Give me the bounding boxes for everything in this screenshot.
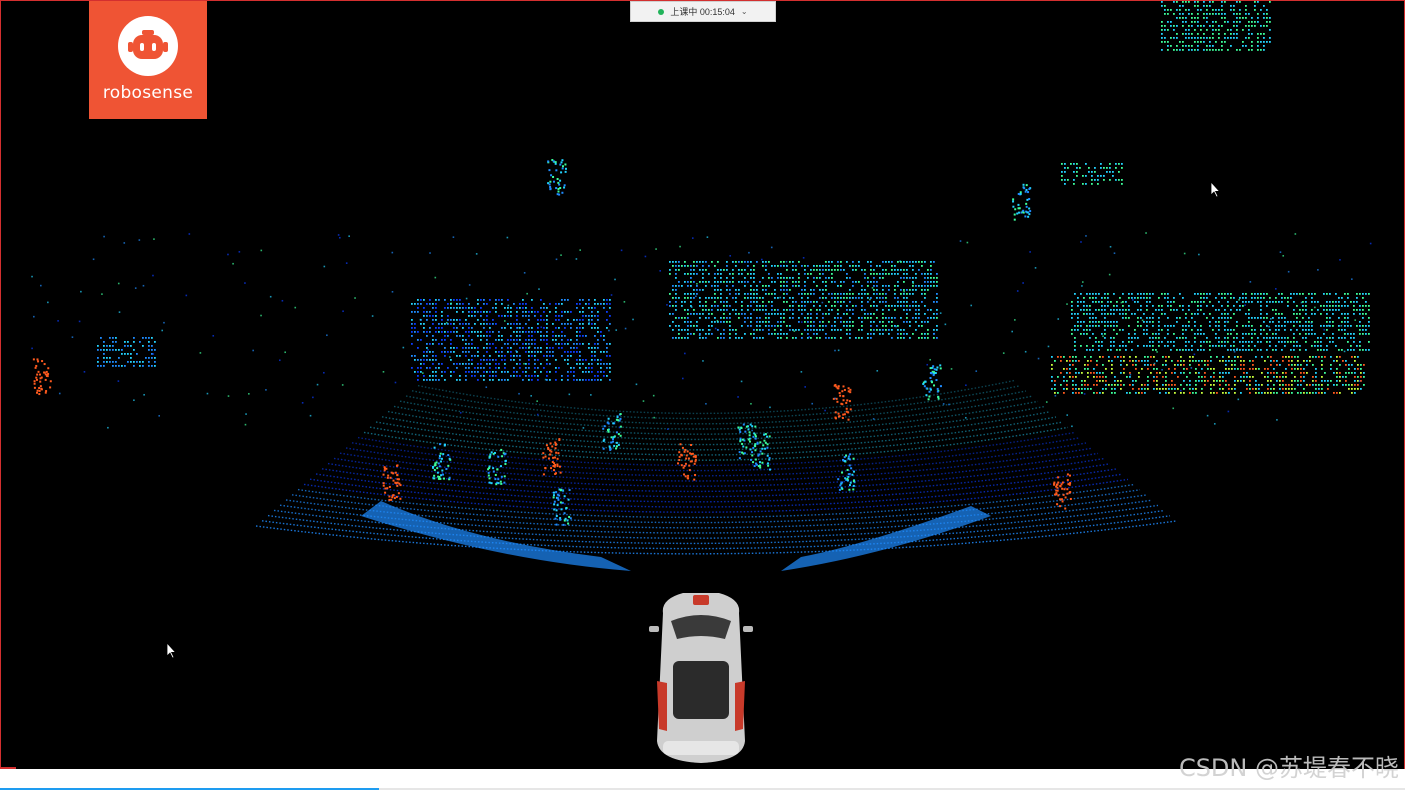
robosense-logo: robosense — [89, 1, 207, 119]
pedestrian-point-cloud — [602, 413, 622, 451]
pedestrian-point-cloud — [837, 453, 856, 491]
vehicle-point-cloud-right — [1051, 356, 1365, 394]
mouse-cursor-icon — [166, 642, 177, 659]
pedestrian-point-cloud — [32, 358, 52, 396]
chevron-down-icon[interactable]: ⌄ — [741, 7, 748, 16]
lidar-video-frame: robosense 上课中 00:15:04 ⌄ — [0, 0, 1405, 769]
ego-vehicle — [649, 593, 753, 763]
pedestrian-point-cloud — [552, 488, 572, 526]
video-progress-bar[interactable] — [0, 788, 1405, 790]
mouse-cursor-icon — [1210, 181, 1221, 198]
bus-point-cloud — [669, 261, 938, 339]
sign-point-cloud — [1061, 163, 1123, 185]
building-point-cloud-right — [1071, 293, 1370, 351]
far-object-left — [97, 337, 156, 367]
logo-wordmark: robosense — [102, 83, 194, 103]
robot-face-icon — [118, 16, 178, 76]
pedestrian-point-cloud — [487, 448, 507, 486]
scattered-points — [31, 232, 1372, 432]
pedestrian-point-cloud — [382, 464, 402, 501]
pedestrian-point-cloud — [542, 438, 562, 476]
class-status-label: 上课中 00:15:04 — [670, 7, 735, 17]
vehicle-point-cloud-left — [411, 299, 611, 381]
csdn-watermark: CSDN @苏堤春不晓 — [1178, 754, 1399, 782]
pedestrian-point-cloud — [737, 423, 757, 461]
pedestrian-point-cloud — [922, 364, 942, 401]
lidar-point-cloud-view — [31, 1, 1372, 763]
live-status-dot-icon — [658, 8, 665, 15]
video-progress-fill — [0, 788, 380, 790]
pedestrian-point-cloud — [677, 443, 697, 481]
pedestrian-point-cloud — [1012, 183, 1032, 221]
tree-point-cloud-top — [1161, 1, 1271, 51]
pedestrian-point-cloud — [547, 159, 567, 196]
pedestrian-point-cloud — [832, 383, 852, 421]
ground-scan-rings — [255, 379, 1177, 555]
class-status-pill[interactable]: 上课中 00:15:04 ⌄ — [630, 1, 776, 22]
pedestrian-point-cloud — [1053, 473, 1072, 510]
